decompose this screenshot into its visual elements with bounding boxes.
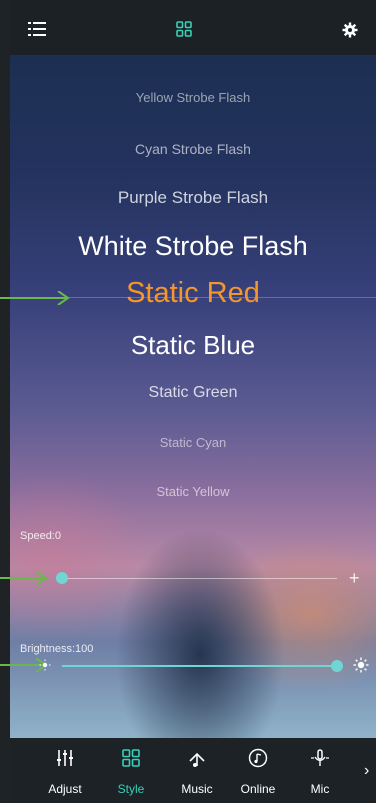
chevron-right-icon[interactable]: › <box>364 762 369 780</box>
grid-icon <box>122 749 140 767</box>
tab-music[interactable]: Music <box>167 738 227 803</box>
brightness-slider-fill <box>62 665 337 667</box>
speed-slider-thumb[interactable] <box>56 572 68 584</box>
music-note-icon <box>189 752 205 767</box>
equalizer-icon <box>57 750 73 766</box>
tab-mic[interactable]: Mic <box>290 738 350 803</box>
mode-item[interactable]: Static Yellow <box>10 484 376 499</box>
mode-item[interactable]: Cyan Strobe Flash <box>10 141 376 157</box>
top-bar <box>10 0 376 55</box>
annotation-arrow <box>0 571 48 585</box>
brightness-low-icon[interactable] <box>39 659 51 671</box>
tab-label: Style <box>117 782 145 796</box>
speed-label: Speed:0 <box>20 530 61 542</box>
tab-online[interactable]: Online <box>228 738 288 803</box>
microphone-icon <box>311 749 329 766</box>
brightness-high-icon[interactable] <box>353 657 369 673</box>
mode-item[interactable]: Yellow Strobe Flash <box>10 90 376 105</box>
tab-label: Adjust <box>48 782 82 796</box>
tab-label: Online <box>240 782 276 796</box>
menu-icon[interactable] <box>28 22 46 36</box>
plus-icon[interactable]: + <box>349 568 360 589</box>
tab-label: Mic <box>310 782 330 796</box>
tab-label: Music <box>181 782 213 796</box>
tab-style[interactable]: Style <box>101 738 161 803</box>
gear-icon[interactable] <box>342 22 358 38</box>
annotation-arrow <box>0 291 70 305</box>
brightness-label: Brightness:100 <box>20 643 94 655</box>
tab-adjust[interactable]: Adjust <box>35 738 95 803</box>
mode-item[interactable]: Purple Strobe Flash <box>10 188 376 208</box>
online-music-icon <box>248 748 268 768</box>
mode-item[interactable]: Static Cyan <box>10 435 376 450</box>
mode-item[interactable]: Static Green <box>10 384 376 402</box>
speed-slider-track[interactable] <box>62 578 337 579</box>
brightness-slider-thumb[interactable] <box>331 660 343 672</box>
mode-item[interactable]: Static Blue <box>10 330 376 361</box>
grid-icon[interactable] <box>176 21 192 37</box>
mode-item[interactable]: White Strobe Flash <box>10 231 376 262</box>
bottom-tab-bar: Adjust Style Music Online Mic <box>10 738 376 803</box>
